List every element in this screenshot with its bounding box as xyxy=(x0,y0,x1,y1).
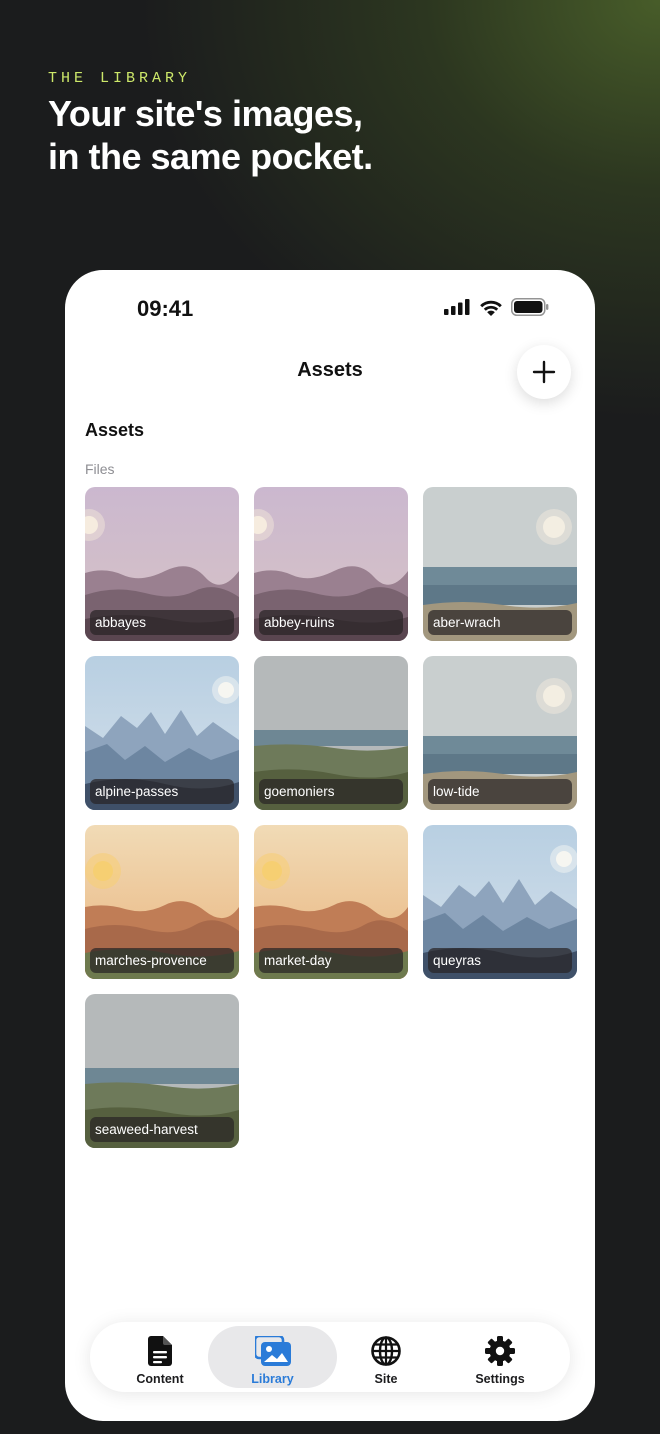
battery-icon xyxy=(511,298,549,316)
promo-headline: Your site's images, in the same pocket. xyxy=(48,92,568,178)
nav-title: Assets xyxy=(297,359,363,381)
add-asset-button[interactable] xyxy=(517,345,571,399)
gear-icon xyxy=(485,1336,515,1366)
asset-name: abbey-ruins xyxy=(259,610,403,635)
asset-tile[interactable]: goemoniers xyxy=(254,656,408,810)
asset-name: alpine-passes xyxy=(90,779,234,804)
phone-screen: 09:41 Assets Assets Files abbayes abbey-… xyxy=(65,270,595,1421)
asset-name: queyras xyxy=(428,948,572,973)
promo-headline-line-1: Your site's images, xyxy=(48,93,363,134)
asset-name: seaweed-harvest xyxy=(90,1117,234,1142)
asset-tile[interactable]: abbayes xyxy=(85,487,239,641)
section-subtitle: Files xyxy=(85,461,115,477)
tab-settings-label: Settings xyxy=(475,1372,525,1386)
promo-headline-line-2: in the same pocket. xyxy=(48,136,373,177)
asset-tile[interactable]: market-day xyxy=(254,825,408,979)
asset-name: abbayes xyxy=(90,610,234,635)
asset-tile[interactable]: low-tide xyxy=(423,656,577,810)
tab-site-label: Site xyxy=(374,1372,398,1386)
asset-name: low-tide xyxy=(428,779,572,804)
status-time: 09:41 xyxy=(137,296,194,321)
asset-name: aber-wrach xyxy=(428,610,572,635)
asset-name: market-day xyxy=(259,948,403,973)
section-title: Assets xyxy=(85,420,145,440)
asset-name: goemoniers xyxy=(259,779,403,804)
asset-tile[interactable]: aber-wrach xyxy=(423,487,577,641)
asset-tile[interactable]: alpine-passes xyxy=(85,656,239,810)
status-icons xyxy=(444,298,549,316)
document-icon xyxy=(148,1336,172,1366)
tab-library[interactable]: Library xyxy=(208,1326,337,1388)
wifi-icon xyxy=(480,300,502,316)
globe-icon xyxy=(371,1336,401,1366)
tab-content[interactable]: Content xyxy=(100,1326,220,1388)
photos-icon xyxy=(254,1336,291,1366)
plus-icon xyxy=(532,360,556,384)
promo-eyebrow: THE LIBRARY xyxy=(48,70,192,87)
asset-name: marches-provence xyxy=(90,948,234,973)
asset-tile[interactable]: seaweed-harvest xyxy=(85,994,239,1148)
asset-tile[interactable]: marches-provence xyxy=(85,825,239,979)
tab-site[interactable]: Site xyxy=(326,1326,446,1388)
tab-library-label: Library xyxy=(251,1372,294,1386)
cellular-signal-icon xyxy=(444,299,470,315)
tab-settings[interactable]: Settings xyxy=(440,1326,560,1388)
tab-bar: Content Library Site Settings xyxy=(90,1322,570,1392)
asset-grid: abbayes abbey-ruins aber-wrach alpine-pa… xyxy=(85,487,577,1148)
asset-tile[interactable]: queyras xyxy=(423,825,577,979)
asset-tile[interactable]: abbey-ruins xyxy=(254,487,408,641)
tab-content-label: Content xyxy=(136,1372,184,1386)
